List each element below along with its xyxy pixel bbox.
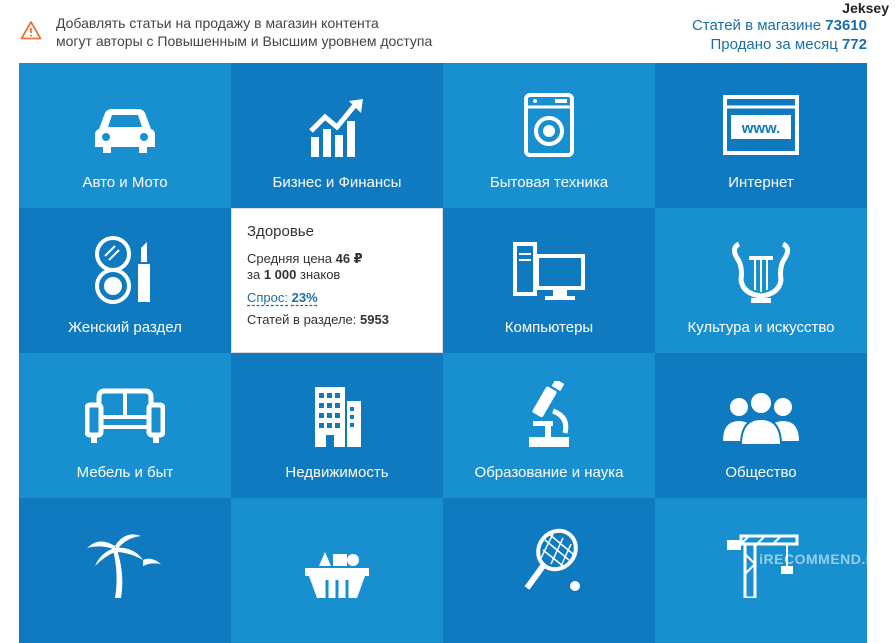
svg-text:www.: www. xyxy=(741,120,781,137)
palm-tree-icon xyxy=(87,534,161,598)
category-label: Общество xyxy=(725,464,797,481)
category-label: Авто и Мото xyxy=(82,174,168,191)
info-per: за 1 000 знаков xyxy=(247,267,341,282)
stat-sold: Продано за месяц 772 xyxy=(710,36,867,53)
category-culture[interactable]: Культура и искусство xyxy=(655,208,867,353)
info-title: Здоровье xyxy=(247,223,314,240)
category-furniture[interactable]: Мебель и быт xyxy=(19,353,231,498)
category-sport[interactable] xyxy=(443,498,655,643)
stat-in-store: Статей в магазине 73610 xyxy=(691,17,867,34)
category-label: Культура и искусство xyxy=(687,319,835,336)
category-auto[interactable]: Авто и Мото xyxy=(19,63,231,208)
category-business[interactable]: Бизнес и Финансы xyxy=(231,63,443,208)
category-label: Мебель и быт xyxy=(76,464,174,481)
category-label: Бытовая техника xyxy=(489,174,609,191)
browser-www-icon: www. xyxy=(723,95,799,155)
category-internet[interactable]: www. Интернет xyxy=(655,63,867,208)
category-label: Бизнес и Финансы xyxy=(272,174,402,191)
notice-text: Добавлять статьи на продажу в магазин ко… xyxy=(56,14,432,50)
tennis-racket-icon xyxy=(524,528,580,591)
category-label: Женский раздел xyxy=(68,319,182,336)
notice-line: Добавлять статьи на продажу в магазин ко… xyxy=(56,15,379,31)
category-realty[interactable]: Недвижимость xyxy=(231,353,443,498)
notice-line: могут авторы с Повышенным и Высшим уровн… xyxy=(56,33,433,49)
car-icon xyxy=(95,109,155,153)
computer-icon xyxy=(513,242,585,300)
category-women[interactable]: Женский раздел xyxy=(19,208,231,353)
category-shopping[interactable] xyxy=(231,498,443,643)
growth-chart-icon xyxy=(309,99,363,157)
category-grid: Авто и Мото Бизнес и Финансы Бытовая тех… xyxy=(19,63,867,643)
category-label: Образование и наука xyxy=(474,464,624,481)
category-travel[interactable] xyxy=(19,498,231,643)
washing-machine-icon xyxy=(524,93,574,157)
category-label: Интернет xyxy=(728,174,794,191)
category-appliances[interactable]: Бытовая техника xyxy=(443,63,655,208)
store-stats: Статей в магазине 73610 Продано за месяц… xyxy=(692,16,867,54)
category-health-info-card[interactable]: Здоровье Средняя цена 46 ₽ за 1 000 знак… xyxy=(231,208,443,353)
stat-value: 73610 xyxy=(825,17,867,34)
warning-icon xyxy=(20,21,42,40)
notice: Добавлять статьи на продажу в магазин ко… xyxy=(20,14,432,50)
info-count: Статей в разделе: 5953 xyxy=(247,312,389,327)
category-label: Недвижимость xyxy=(285,464,389,481)
people-group-icon xyxy=(723,391,799,446)
username[interactable]: Jeksey xyxy=(842,0,889,16)
sofa-icon xyxy=(85,388,165,443)
lyre-icon xyxy=(731,241,791,303)
building-icon xyxy=(315,387,361,447)
basket-icon xyxy=(305,552,369,598)
category-education[interactable]: Образование и наука xyxy=(443,353,655,498)
category-society[interactable]: Общество xyxy=(655,353,867,498)
info-demand[interactable]: Спрос: 23% xyxy=(247,290,318,306)
category-construction[interactable] xyxy=(655,498,867,643)
category-computers[interactable]: Компьютеры xyxy=(443,208,655,353)
microscope-icon xyxy=(529,381,569,447)
category-label: Компьютеры xyxy=(504,319,594,336)
info-price: Средняя цена 46 ₽ xyxy=(247,251,363,266)
stat-value: 772 xyxy=(841,36,867,53)
watermark: iRECOMMEND.RU xyxy=(759,551,887,567)
cosmetics-icon xyxy=(95,236,150,304)
